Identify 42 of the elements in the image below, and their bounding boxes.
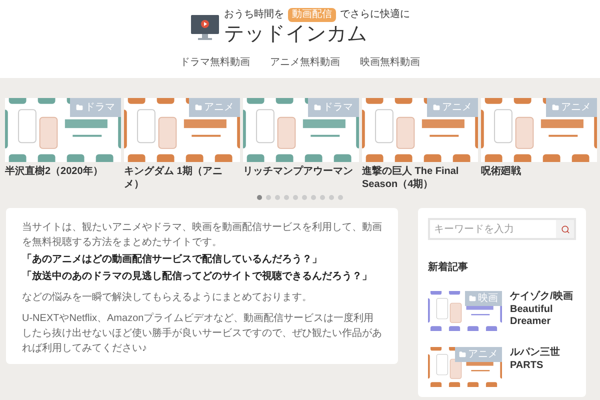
carousel-title: 進撃の巨人 The Final Season（4期） <box>362 166 460 191</box>
carousel-card[interactable]: ドラマ リッチマンプアウーマン <box>243 98 359 191</box>
folder-icon <box>469 295 476 302</box>
nav-link[interactable]: アニメ無料動画 <box>270 55 340 70</box>
intro-paragraph: 当サイトは、観たいアニメやドラマ、映画を動画配信サービスを利用して、動画を無料視聴する方法をまとめたサイトです。 <box>22 220 382 250</box>
carousel-card[interactable]: ドラマ 半沢直樹2（2020年） <box>5 98 121 191</box>
category-label: アニメ <box>442 101 472 115</box>
category-label: 映画 <box>478 292 498 306</box>
carousel-card[interactable]: アニメ 進撃の巨人 The Final Season（4期） <box>362 98 478 191</box>
nav-link[interactable]: 映画無料動画 <box>360 55 420 70</box>
question-text: 「あのアニメはどの動画配信サービスで配信しているんだろう？」 <box>22 252 323 267</box>
carousel-card[interactable]: アニメ キングダム 1期（アニメ） <box>124 98 240 191</box>
category-label: アニメ <box>561 101 591 115</box>
folder-icon <box>552 104 559 111</box>
article-title: ケイゾク/映画 Beautiful Dreamer <box>510 291 574 329</box>
carousel-title: 呪術廻戦 <box>481 166 522 178</box>
tagline-badge: 動画配信 <box>288 8 336 22</box>
carousel-card[interactable]: アニメ 呪術廻戦 <box>481 98 597 191</box>
folder-icon <box>195 104 202 111</box>
article-link[interactable]: アニメ ルパン三世 PARTS <box>428 347 576 387</box>
carousel-title: キングダム 1期（アニメ） <box>124 166 224 191</box>
folder-icon <box>459 351 466 358</box>
site-title: テッドインカム <box>224 22 368 47</box>
section-heading: 新着記事 <box>428 260 469 275</box>
monitor-icon <box>190 14 220 42</box>
tagline: でさらに快適に <box>340 10 410 20</box>
folder-icon <box>314 104 321 111</box>
carousel-title: 半沢直樹2（2020年） <box>5 166 104 178</box>
folder-icon <box>433 104 440 111</box>
intro-paragraph: U-NEXTやNetflix、Amazonプライムビデオなど、動画配信サービスは一度利用したら抜け出せないほど使い勝手が良いサービスですので、ぜひ観たい作品があれば利用してみてください♪ <box>22 312 382 356</box>
tagline: おうち時間を <box>224 10 284 20</box>
intro-paragraph: などの悩みを一瞬で解決してもらえるようにまとめております。 <box>22 290 313 305</box>
category-label: アニメ <box>204 101 234 115</box>
article-title: ルパン三世 PARTS <box>510 347 561 372</box>
carousel-title: リッチマンプアウーマン <box>243 166 354 178</box>
nav-link[interactable]: ドラマ無料動画 <box>180 55 250 70</box>
article-link[interactable]: 映画 ケイゾク/映画 Beautiful Dreamer <box>428 291 576 331</box>
category-label: ドラマ <box>323 101 353 115</box>
folder-icon <box>76 104 83 111</box>
category-label: アニメ <box>468 348 498 362</box>
question-text: 「放送中のあのドラマの見逃し配信ってどのサイトで視聴できるんだろう？」 <box>22 270 373 284</box>
category-label: ドラマ <box>85 101 115 115</box>
